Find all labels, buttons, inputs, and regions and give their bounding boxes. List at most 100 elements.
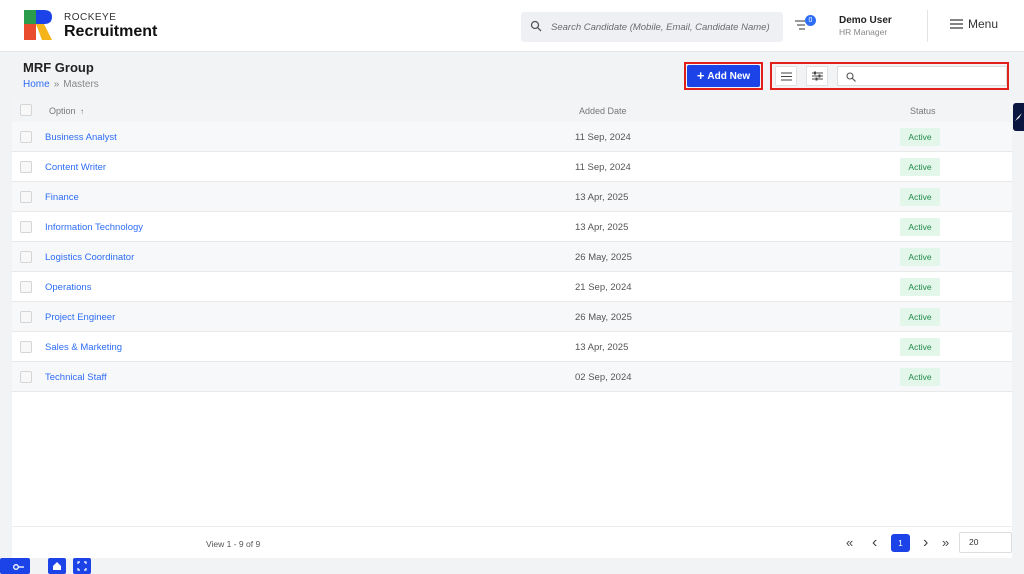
option-link[interactable]: Project Engineer	[45, 312, 115, 323]
table-row: Technical Staff 02 Sep, 2024 Active	[12, 362, 1012, 392]
breadcrumb-current: Masters	[63, 79, 99, 90]
last-page-button[interactable]: »	[942, 534, 949, 552]
search-icon	[530, 20, 542, 32]
key-icon	[13, 564, 24, 570]
fullscreen-button[interactable]	[73, 558, 91, 574]
plus-icon: +	[696, 68, 705, 83]
option-link[interactable]: Sales & Marketing	[45, 342, 122, 353]
row-checkbox[interactable]	[20, 311, 32, 323]
rockeye-logo[interactable]	[24, 10, 52, 40]
user-name[interactable]: Demo User	[839, 15, 892, 26]
first-page-button[interactable]: «	[846, 534, 853, 552]
status-badge: Active	[900, 308, 940, 326]
sort-ascending-icon: ↑	[80, 107, 85, 116]
add-new-button[interactable]: + Add New	[687, 65, 760, 87]
user-role: HR Manager	[839, 27, 888, 37]
expand-icon	[77, 561, 87, 571]
added-date: 13 Apr, 2025	[575, 342, 629, 353]
rocket-icon	[1015, 113, 1022, 121]
brand-name: Recruitment	[64, 23, 158, 40]
option-header-label: Option	[49, 106, 76, 116]
added-date: 11 Sep, 2024	[575, 132, 631, 143]
candidate-search-box[interactable]	[521, 12, 783, 42]
row-checkbox[interactable]	[20, 221, 32, 233]
row-checkbox[interactable]	[20, 131, 32, 143]
add-new-label: Add New	[707, 70, 751, 82]
row-checkbox[interactable]	[20, 341, 32, 353]
row-checkbox[interactable]	[20, 371, 32, 383]
option-link[interactable]: Business Analyst	[45, 132, 117, 143]
status-badge: Active	[900, 368, 940, 386]
breadcrumb: Home » Masters	[23, 79, 99, 90]
menu-button[interactable]: Menu	[950, 17, 998, 31]
status-badge: Active	[900, 248, 940, 266]
breadcrumb-home[interactable]: Home	[23, 79, 50, 90]
header-divider	[927, 10, 928, 42]
filter-button[interactable]	[806, 66, 828, 86]
column-header-status[interactable]: Status	[910, 106, 936, 116]
table-row: Information Technology 13 Apr, 2025 Acti…	[12, 212, 1012, 242]
home-icon	[53, 562, 61, 570]
added-date: 26 May, 2025	[575, 252, 632, 263]
option-link[interactable]: Information Technology	[45, 222, 143, 233]
sliders-icon	[811, 71, 823, 81]
list-icon	[780, 72, 792, 80]
row-checkbox[interactable]	[20, 161, 32, 173]
pagination-bar: View 1 - 9 of 9 « ‹ 1 › » 20	[12, 526, 1012, 558]
table-row: Content Writer 11 Sep, 2024 Active	[12, 152, 1012, 182]
added-date: 02 Sep, 2024	[575, 372, 632, 383]
page-size-select[interactable]: 20	[959, 532, 1012, 553]
breadcrumb-separator: »	[53, 79, 60, 90]
table-row: Finance 13 Apr, 2025 Active	[12, 182, 1012, 212]
notification-button[interactable]: 0	[793, 14, 819, 34]
hamburger-icon	[950, 19, 963, 29]
row-checkbox[interactable]	[20, 281, 32, 293]
mrf-group-table: Option ↑ Added Date Status Business Anal…	[12, 98, 1012, 558]
table-search-input[interactable]	[837, 66, 1007, 86]
row-checkbox[interactable]	[20, 251, 32, 263]
toolbar-highlight	[770, 62, 1009, 90]
option-link[interactable]: Finance	[45, 192, 79, 203]
menu-label: Menu	[968, 17, 999, 31]
page-title: MRF Group	[23, 60, 94, 75]
column-header-option[interactable]: Option ↑	[49, 106, 84, 116]
table-row: Project Engineer 26 May, 2025 Active	[12, 302, 1012, 332]
add-new-highlight: + Add New	[684, 62, 763, 90]
column-header-added-date[interactable]: Added Date	[579, 106, 627, 116]
brand-name-small: ROCKEYE	[64, 12, 117, 23]
tools-button[interactable]	[0, 558, 30, 574]
added-date: 26 May, 2025	[575, 312, 632, 323]
side-panel-toggle[interactable]	[1013, 103, 1024, 131]
table-row: Operations 21 Sep, 2024 Active	[12, 272, 1012, 302]
table-header: Option ↑ Added Date Status	[12, 98, 1012, 122]
table-row: Logistics Coordinator 26 May, 2025 Activ…	[12, 242, 1012, 272]
top-bar: ROCKEYE Recruitment 0 Demo User HR Manag…	[0, 0, 1024, 52]
status-badge: Active	[900, 338, 940, 356]
next-page-button[interactable]: ›	[923, 534, 928, 552]
row-checkbox[interactable]	[20, 191, 32, 203]
option-link[interactable]: Logistics Coordinator	[45, 252, 134, 263]
added-date: 11 Sep, 2024	[575, 162, 631, 173]
status-badge: Active	[900, 128, 940, 146]
candidate-search-input[interactable]	[551, 12, 781, 42]
select-all-checkbox[interactable]	[20, 104, 32, 116]
search-icon	[846, 72, 856, 82]
status-badge: Active	[900, 218, 940, 236]
table-row: Business Analyst 11 Sep, 2024 Active	[12, 122, 1012, 152]
status-badge: Active	[900, 278, 940, 296]
record-count: View 1 - 9 of 9	[206, 539, 261, 549]
table-row: Sales & Marketing 13 Apr, 2025 Active	[12, 332, 1012, 362]
added-date: 21 Sep, 2024	[575, 282, 632, 293]
status-badge: Active	[900, 188, 940, 206]
option-link[interactable]: Operations	[45, 282, 91, 293]
page-1-button[interactable]: 1	[891, 534, 910, 552]
column-list-button[interactable]	[775, 66, 797, 86]
added-date: 13 Apr, 2025	[575, 192, 629, 203]
option-link[interactable]: Technical Staff	[45, 372, 107, 383]
notification-badge: 0	[805, 15, 816, 26]
home-button[interactable]	[48, 558, 66, 574]
prev-page-button[interactable]: ‹	[872, 534, 877, 552]
added-date: 13 Apr, 2025	[575, 222, 629, 233]
option-link[interactable]: Content Writer	[45, 162, 106, 173]
status-badge: Active	[900, 158, 940, 176]
